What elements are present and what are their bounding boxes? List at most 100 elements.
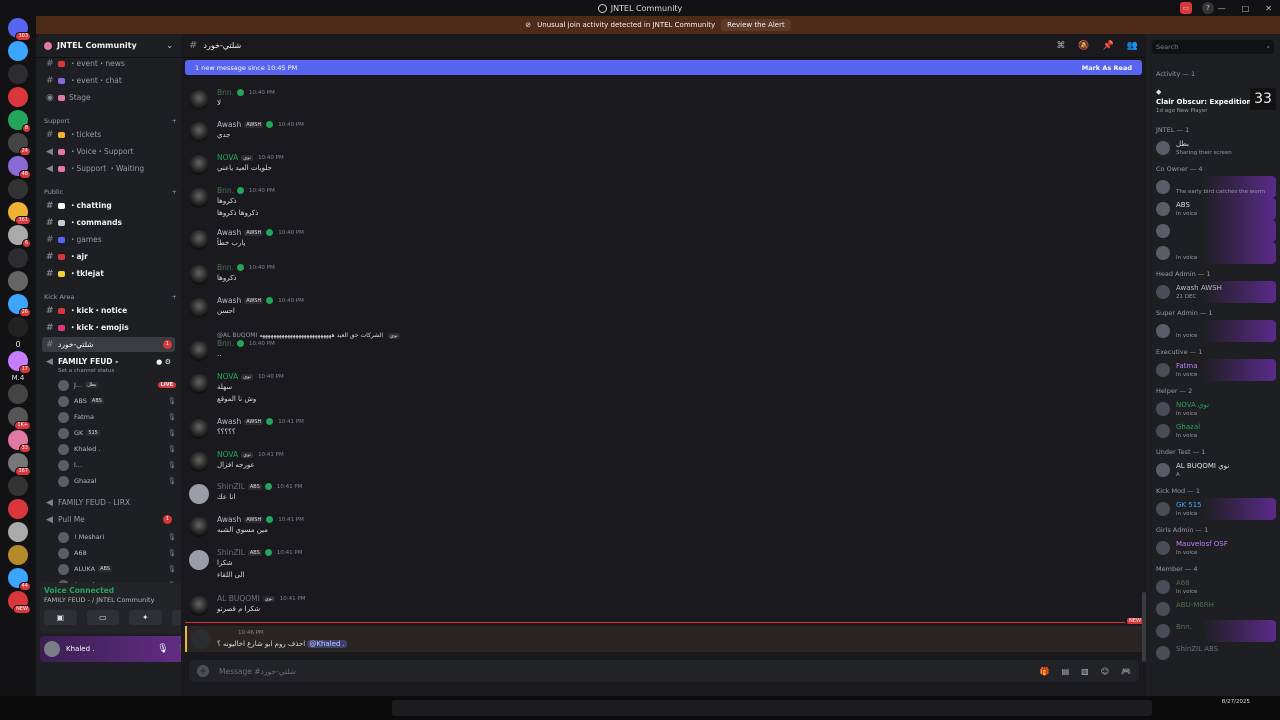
current-user-name[interactable]: Khaled . — [66, 645, 94, 653]
channel-kick-notice[interactable]: # ・kick・notice — [42, 303, 175, 318]
attach-plus-icon[interactable]: + — [197, 665, 209, 677]
channel-status[interactable]: Set a channel status — [58, 368, 114, 374]
review-alert-button[interactable]: Review the Alert — [721, 19, 791, 31]
member-item[interactable]: Fatma In voice — [1154, 359, 1276, 381]
voice-user[interactable]: ABS ABS 🎙 — [58, 394, 176, 408]
server-icon[interactable] — [8, 545, 28, 565]
voice-user[interactable]: l... 🎙 — [58, 458, 176, 472]
voice-user[interactable]: Ghazal 🎙 — [58, 474, 176, 488]
avatar[interactable] — [189, 374, 209, 394]
avatar[interactable] — [189, 265, 209, 285]
server-icon[interactable] — [8, 476, 28, 496]
close-icon[interactable]: ✕ — [1265, 4, 1272, 13]
author-name[interactable]: Bnn. — [217, 186, 234, 195]
server-icon[interactable]: NEW — [8, 591, 31, 614]
chevron-down-icon[interactable]: ⌄ — [166, 41, 173, 50]
channel-ajr[interactable]: # ・ajr — [42, 249, 175, 264]
member-item[interactable] — [1154, 220, 1276, 242]
author-name[interactable]: NOVA — [217, 450, 238, 459]
camera-icon[interactable]: ▣ — [44, 610, 77, 625]
author-name[interactable]: Awash — [217, 120, 241, 129]
server-icon[interactable] — [8, 384, 28, 404]
server-icon[interactable]: 367 — [8, 453, 31, 476]
server-icon[interactable] — [8, 179, 28, 199]
server-icon[interactable]: 17 — [8, 351, 31, 374]
author-name[interactable]: NOVA — [217, 372, 238, 381]
channel-pull-me[interactable]: ◀ Pull Me 1 — [42, 512, 175, 527]
avatar[interactable] — [189, 419, 209, 439]
avatar[interactable] — [189, 484, 209, 504]
channel-tickets[interactable]: # ・tickets — [42, 127, 175, 142]
guild-header[interactable]: JNTEL Community ⌄ — [36, 34, 181, 58]
channel-event-news[interactable]: # ・event・news — [42, 56, 175, 71]
composer-placeholder[interactable]: Message #شلتي-خورد — [219, 667, 296, 676]
activity-card[interactable]: ◆ Clair Obscur: Expedition 33 1d ago New… — [1154, 86, 1276, 118]
server-icon[interactable]: 8 — [8, 110, 31, 133]
avatar[interactable] — [189, 122, 209, 142]
chat-icon[interactable]: ● ⚙ — [156, 358, 171, 366]
avatar[interactable] — [44, 641, 60, 657]
minimize-icon[interactable]: — — [1218, 4, 1226, 13]
member-item[interactable]: Awash AWSH 21 DEC — [1154, 281, 1276, 303]
voice-user[interactable]: GK 515 🎙 — [58, 426, 176, 440]
member-item[interactable]: In voice — [1154, 242, 1276, 264]
member-item[interactable]: بطل Sharing their screen — [1154, 137, 1276, 159]
channel-support-waiting[interactable]: ◀ ・Support ・Waiting — [42, 161, 175, 176]
author-name[interactable]: Awash — [217, 296, 241, 305]
voice-user[interactable]: ! Meshari 🎙 — [58, 530, 176, 544]
server-icon[interactable]: 361 — [8, 202, 31, 225]
sticker-icon[interactable]: ▧ — [1081, 667, 1089, 676]
reply-preview[interactable]: @AL BUQOMI نوي الشركات حق العيد هههههههه… — [217, 332, 400, 339]
member-item[interactable]: NOVA نوي In voice — [1154, 398, 1276, 420]
channel-commands[interactable]: # ・commands — [42, 215, 175, 230]
server-icon[interactable]: 24 — [8, 133, 31, 156]
maximize-icon[interactable]: □ — [1242, 4, 1250, 13]
category-support[interactable]: Support + — [44, 117, 177, 125]
author-name[interactable]: AL BUQOMI — [217, 594, 260, 603]
category-public[interactable]: Public + — [44, 188, 177, 196]
emoji-icon[interactable]: ☺ — [1101, 667, 1109, 676]
server-icon[interactable]: 303 — [8, 18, 31, 41]
member-item[interactable]: Ghazal In voice — [1154, 420, 1276, 442]
server-icon[interactable] — [8, 87, 28, 107]
plus-icon[interactable]: + — [172, 117, 177, 125]
new-messages-bar[interactable]: 1 new message since 10:45 PM Mark As Rea… — [185, 60, 1142, 75]
server-icon[interactable]: 48 — [8, 156, 31, 179]
channel-tklejat[interactable]: # ・tklejat — [42, 266, 175, 281]
avatar[interactable] — [189, 298, 209, 318]
server-icon[interactable]: 44 — [8, 568, 31, 591]
author-name[interactable]: ShinZIL — [217, 548, 245, 557]
inbox-icon[interactable]: ▭ — [1180, 2, 1192, 14]
server-icon[interactable]: 6 — [8, 225, 31, 248]
author-name[interactable]: Bnn. — [217, 263, 234, 272]
member-list-icon[interactable]: 👥 — [1127, 41, 1138, 51]
microphone-icon[interactable]: 🎙 — [157, 644, 168, 654]
member-item[interactable]: Mauvelosf OSF In voice — [1154, 537, 1276, 559]
server-icon[interactable]: 33 — [8, 430, 31, 453]
avatar[interactable] — [189, 452, 209, 472]
avatar[interactable] — [191, 629, 211, 649]
author-name[interactable]: Bnn. — [217, 88, 234, 97]
voice-user[interactable]: Fatma 🎙 — [58, 410, 176, 424]
channel-event-chat[interactable]: # ・event・chat — [42, 73, 175, 88]
avatar[interactable] — [189, 90, 209, 110]
message-composer[interactable]: + Message #شلتي-خورد 🎁 ▤ ▧ ☺ 🎮 — [189, 660, 1139, 682]
avatar[interactable] — [189, 155, 209, 175]
server-icon[interactable] — [8, 522, 28, 542]
server-icon[interactable] — [8, 317, 28, 337]
author-name[interactable]: Bnn. — [217, 339, 234, 348]
channel-games[interactable]: # ・games — [42, 232, 175, 247]
server-icon[interactable] — [8, 499, 28, 519]
voice-connected-sub[interactable]: FAMILY FEUD - / JNTEL Community — [44, 596, 154, 604]
server-icon[interactable] — [8, 41, 28, 61]
channel-kick-emojis[interactable]: # ・kick・emojis — [42, 320, 175, 335]
member-item[interactable]: In voice — [1154, 320, 1276, 342]
voice-user[interactable]: A68 🎙 — [58, 546, 176, 560]
notification-bell-icon[interactable]: 🔕 — [1078, 41, 1089, 51]
channel-selected[interactable]: # شلتي-خورد 1 — [42, 337, 175, 352]
search-input[interactable]: Search ⌕ — [1152, 40, 1274, 54]
apps-icon[interactable]: 🎮 — [1121, 667, 1131, 676]
pin-icon[interactable]: 📌 — [1103, 41, 1114, 51]
voice-user[interactable]: ALUKA ABS 🎙 — [58, 562, 176, 576]
channel-voice-support[interactable]: ◀ ・Voice・Support — [42, 144, 175, 159]
